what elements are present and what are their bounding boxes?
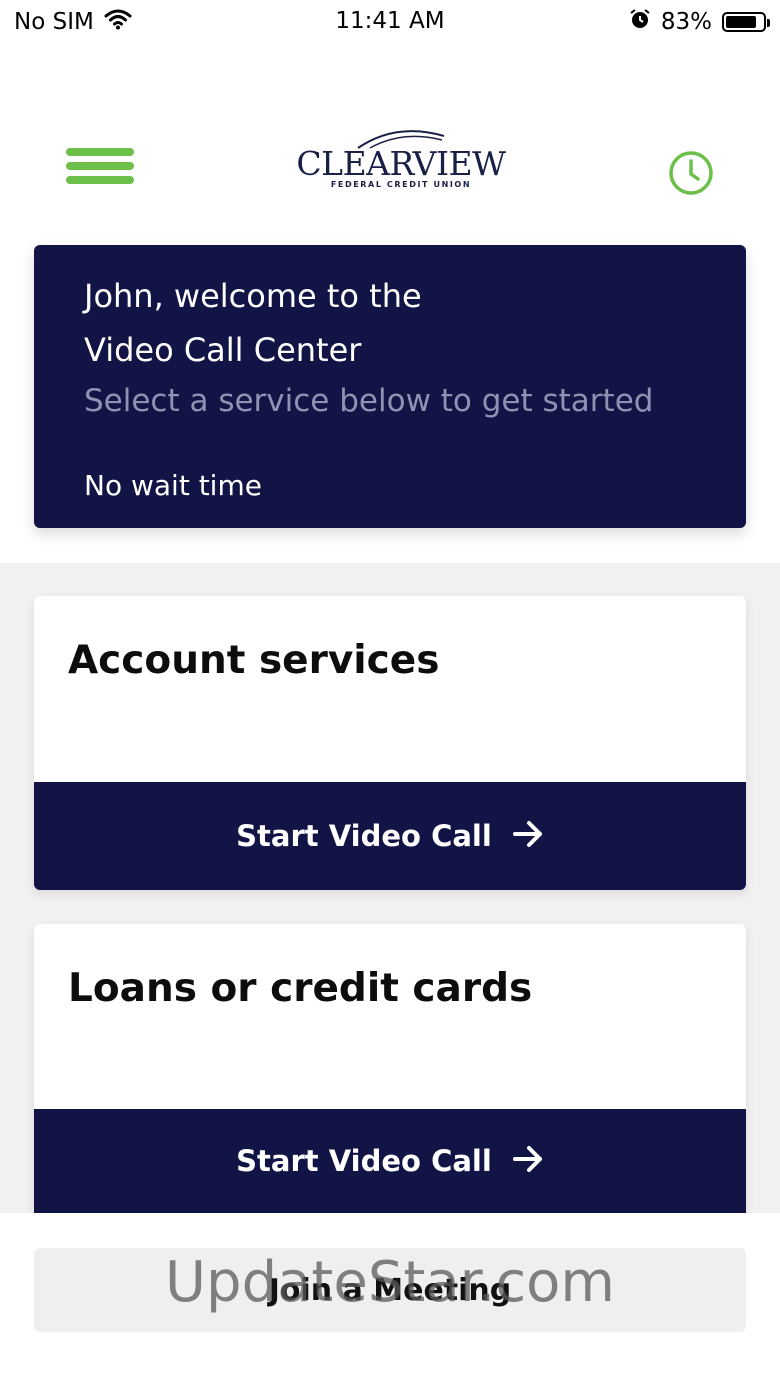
battery-fill <box>726 16 756 28</box>
welcome-subtitle: Select a service below to get started <box>84 383 654 419</box>
service-card-loans: Loans or credit cards Start Video Call <box>34 924 746 1213</box>
start-video-call-label: Start Video Call <box>236 1144 492 1178</box>
hamburger-menu-icon[interactable] <box>66 148 134 184</box>
battery-icon <box>722 12 770 32</box>
wait-time-label: No wait time <box>84 469 262 502</box>
welcome-title-line2: Video Call Center <box>84 331 362 369</box>
service-title: Account services <box>68 638 440 683</box>
alarm-icon <box>629 8 651 36</box>
app-header: CLEARVIEW FEDERAL CREDIT UNION <box>0 100 780 240</box>
arrow-right-icon <box>512 820 544 852</box>
battery-percent: 83% <box>660 9 712 35</box>
services-list: Account services Start Video Call Loans … <box>0 563 780 1213</box>
logo-subtext: FEDERAL CREDIT UNION <box>330 180 472 189</box>
arrow-right-icon <box>512 1145 544 1177</box>
welcome-card: John, welcome to the Video Call Center S… <box>34 245 746 528</box>
service-card-account: Account services Start Video Call <box>34 596 746 890</box>
join-meeting-label: Join a Meeting <box>268 1272 512 1308</box>
welcome-title: John, welcome to the Video Call Center <box>84 269 684 377</box>
start-video-call-button[interactable]: Start Video Call <box>34 782 746 890</box>
start-video-call-label: Start Video Call <box>236 819 492 853</box>
clearview-logo: CLEARVIEW FEDERAL CREDIT UNION <box>296 126 506 192</box>
start-video-call-button[interactable]: Start Video Call <box>34 1109 746 1213</box>
service-title: Loans or credit cards <box>68 966 533 1011</box>
status-right: 83% <box>629 8 770 36</box>
status-bar: No SIM 11:41 AM 83% <box>0 0 780 44</box>
bottom-bar: Join a Meeting <box>0 1213 780 1387</box>
logo-wordmark: CLEARVIEW <box>296 144 506 183</box>
join-meeting-button[interactable]: Join a Meeting <box>34 1248 746 1332</box>
clock-icon[interactable] <box>668 150 714 196</box>
welcome-title-line1: John, welcome to the <box>84 277 422 315</box>
